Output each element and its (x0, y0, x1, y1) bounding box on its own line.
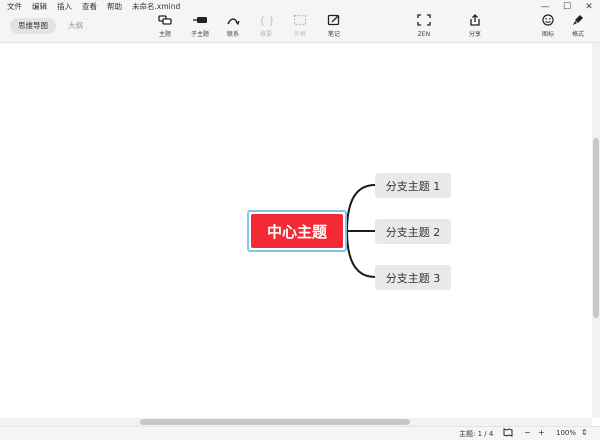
menu-view[interactable]: 查看 (81, 1, 98, 13)
boundary-label: 外框 (293, 31, 306, 38)
connector-branch-1 (346, 184, 376, 232)
icons-button[interactable]: 图标 (531, 12, 565, 42)
zoom-stepper-icon[interactable]: ⇕ (581, 428, 588, 437)
notes-button[interactable]: 笔记 (317, 12, 351, 42)
zen-label: ZEN (417, 31, 431, 38)
summary-label: 概要 (259, 31, 272, 38)
subtopic-button[interactable]: 子主题 (183, 12, 217, 42)
menu-insert[interactable]: 插入 (56, 1, 73, 13)
top-bar: 文件 编辑 插入 查看 帮助 未命名.xmind — ☐ ✕ 思维导图 大纲 主… (0, 0, 600, 43)
connector-branch-3 (346, 230, 376, 278)
central-topic[interactable]: 中心主题 (247, 210, 347, 252)
icons-label: 图标 (541, 31, 554, 38)
topic-count: 主题: 1 / 4 (459, 430, 494, 438)
horizontal-scroll-thumb[interactable] (140, 419, 410, 425)
boundary-icon (289, 14, 311, 29)
vertical-scroll-thumb[interactable] (593, 138, 599, 318)
topic-label: 主题 (158, 31, 171, 38)
tab-outline[interactable]: 大纲 (60, 18, 91, 34)
central-topic-label: 中心主题 (251, 214, 343, 248)
zen-button[interactable]: ZEN (407, 12, 441, 42)
share-label: 分享 (468, 31, 481, 38)
boundary-button[interactable]: 外框 (283, 12, 317, 42)
svg-text:{ }: { } (259, 16, 273, 26)
view-tabs: 思维导图 大纲 (10, 18, 91, 34)
branch-topic-3[interactable]: 分支主题 3 (375, 265, 451, 290)
zoom-level[interactable]: 100% (556, 429, 576, 437)
zoom-out-icon[interactable]: − (524, 428, 531, 437)
summary-button[interactable]: { } 概要 (249, 12, 283, 42)
branch-topic-2[interactable]: 分支主题 2 (375, 219, 451, 244)
zen-icon (413, 14, 435, 29)
menu-help[interactable]: 帮助 (106, 1, 123, 13)
brush-icon (567, 14, 589, 29)
style-label: 格式 (571, 31, 584, 38)
notes-icon (323, 14, 345, 29)
zoom-in-icon[interactable]: + (538, 428, 545, 437)
smiley-icon (537, 14, 559, 29)
summary-icon: { } (255, 14, 277, 29)
tab-mindmap[interactable]: 思维导图 (10, 18, 56, 34)
subtopic-icon (189, 14, 211, 29)
topic-button[interactable]: 主题 (148, 12, 182, 42)
menu-edit[interactable]: 编辑 (31, 1, 48, 13)
map-view-icon[interactable] (503, 428, 513, 439)
notes-label: 笔记 (327, 31, 340, 38)
vertical-scrollbar[interactable] (592, 43, 600, 418)
relationship-button[interactable]: 联系 (216, 12, 250, 42)
status-bar: 主题: 1 / 4 − + 100% ⇕ (0, 426, 600, 440)
subtopic-label: 子主题 (190, 31, 209, 38)
share-button[interactable]: 分享 (458, 12, 492, 42)
branch-topic-1[interactable]: 分支主题 1 (375, 173, 451, 198)
relationship-icon (222, 14, 244, 29)
horizontal-scrollbar[interactable] (0, 418, 592, 426)
relationship-label: 联系 (226, 31, 239, 38)
share-icon (464, 14, 486, 29)
menu-file[interactable]: 文件 (6, 1, 23, 13)
topic-icon (154, 14, 176, 29)
style-button[interactable]: 格式 (561, 12, 595, 42)
